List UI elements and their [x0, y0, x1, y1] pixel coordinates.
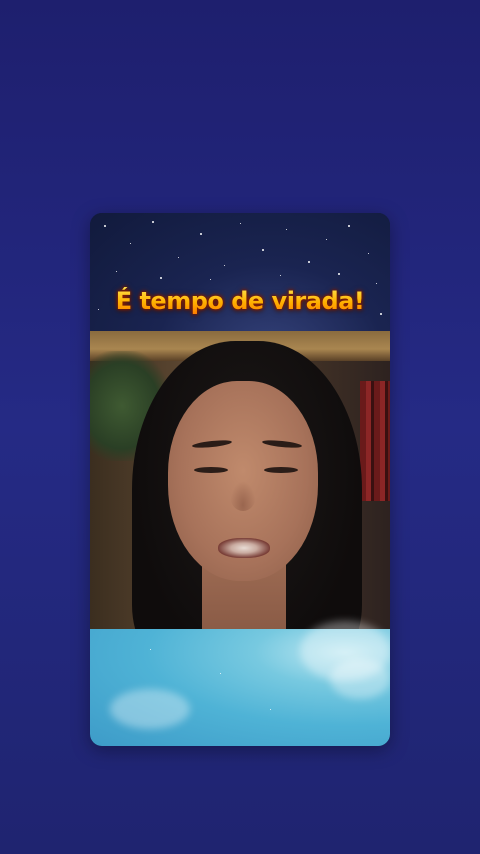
cloud-shape [110, 689, 190, 729]
cloud-shape [330, 659, 390, 699]
right-eye [264, 467, 298, 473]
headline-text: É tempo de virada! [90, 287, 390, 315]
star-icon [270, 709, 271, 710]
star-icon [224, 265, 225, 266]
star-icon [130, 243, 131, 244]
star-icon [104, 225, 106, 227]
video-frame[interactable] [90, 331, 390, 629]
star-icon [220, 673, 221, 674]
cloudy-sky-footer [90, 621, 390, 746]
starry-sky-header: É tempo de virada! [90, 213, 390, 331]
star-icon [338, 273, 340, 275]
person-mouth [218, 538, 270, 558]
person-nose [230, 481, 256, 511]
star-icon [150, 649, 151, 650]
star-icon [178, 257, 179, 258]
star-icon [160, 277, 162, 279]
star-icon [286, 229, 287, 230]
star-icon [376, 283, 377, 284]
left-eye [194, 467, 228, 473]
star-icon [368, 253, 369, 254]
star-icon [348, 225, 350, 227]
star-icon [210, 279, 211, 280]
background-books [360, 381, 390, 501]
star-icon [262, 249, 264, 251]
star-icon [152, 221, 154, 223]
star-icon [200, 233, 202, 235]
story-card[interactable]: É tempo de virada! [90, 213, 390, 746]
app-screen: É tempo de virada! [0, 0, 480, 854]
star-icon [116, 271, 117, 272]
star-icon [326, 239, 327, 240]
star-icon [280, 275, 281, 276]
star-icon [308, 261, 310, 263]
star-icon [240, 223, 241, 224]
